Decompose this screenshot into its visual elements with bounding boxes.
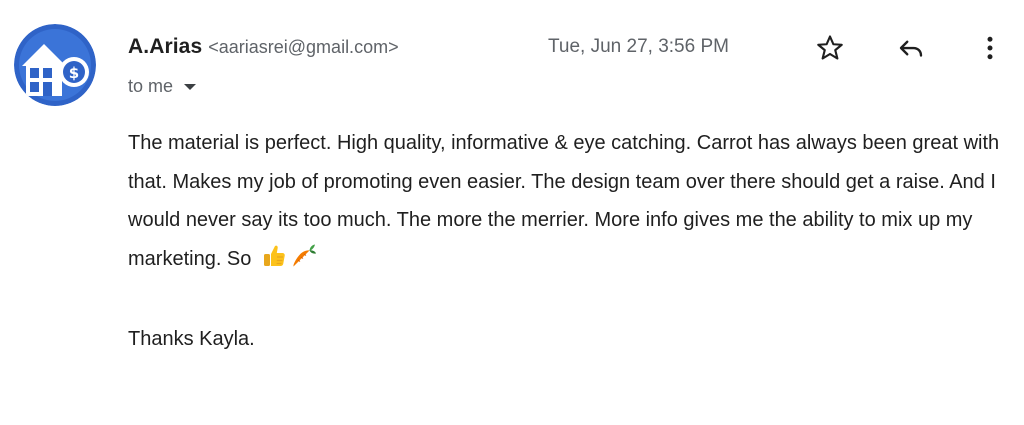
message-timestamp: Tue, Jun 27, 3:56 PM	[548, 36, 729, 57]
house-logo-icon: $	[14, 24, 96, 106]
sender-email[interactable]: <aariasrei@gmail.com>	[208, 37, 398, 58]
message-body: The material is perfect. High quality, i…	[128, 124, 1008, 359]
sender-avatar[interactable]: $	[14, 24, 96, 106]
reply-button[interactable]	[893, 30, 929, 66]
carrot-emoji	[291, 243, 317, 283]
sender-name[interactable]: A.Arias	[128, 35, 202, 59]
reply-icon	[899, 40, 923, 57]
message-text: The material is perfect. High quality, i…	[128, 132, 1000, 270]
recipient-details-toggle[interactable]: to me	[128, 76, 197, 97]
dropdown-arrow-icon	[183, 82, 197, 92]
more-options-button[interactable]	[972, 30, 1008, 66]
svg-text:$: $	[69, 64, 79, 82]
star-button[interactable]	[812, 30, 848, 66]
message-paragraph: The material is perfect. High quality, i…	[128, 124, 1008, 282]
star-icon	[817, 35, 843, 60]
message-signoff: Thanks Kayla.	[128, 328, 255, 350]
recipient-label: to me	[128, 76, 174, 96]
more-vert-icon	[987, 36, 993, 60]
sender-info: A.Arias <aariasrei@gmail.com>	[128, 35, 399, 63]
thumbs-up-emoji	[261, 243, 287, 283]
